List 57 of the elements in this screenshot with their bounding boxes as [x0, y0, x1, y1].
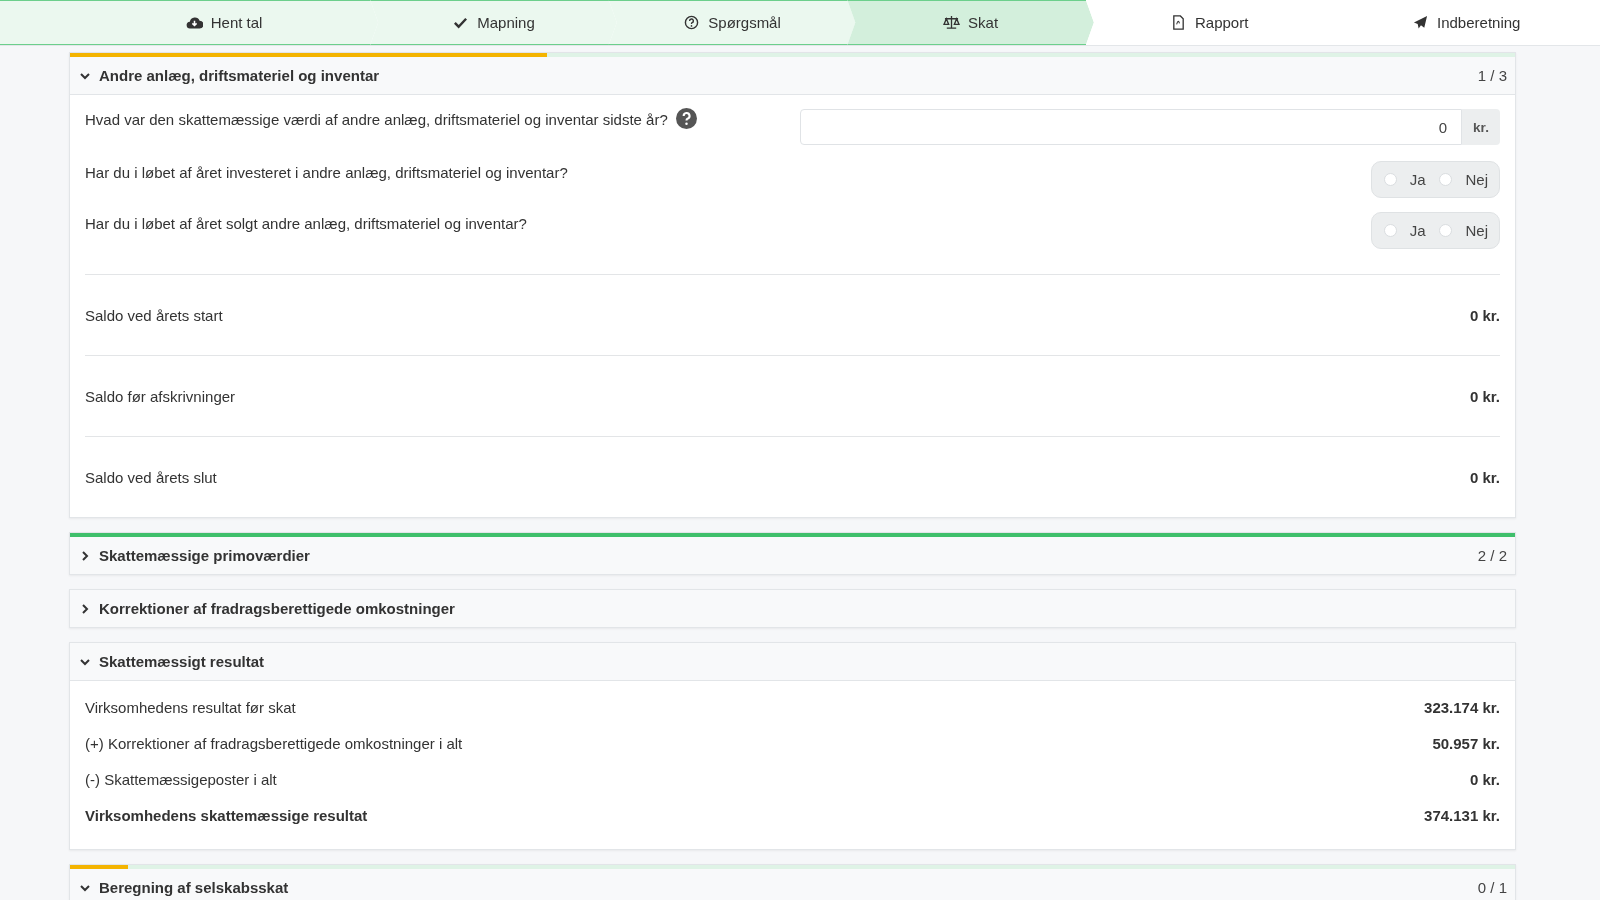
radio-button[interactable]: [1439, 224, 1453, 237]
question-text: Har du i løbet af året solgt andre anlæg, driftsmateriel og inventar?: [85, 214, 527, 232]
chevron-right-icon: [79, 602, 91, 615]
section-header[interactable]: Skattemæssigt resultat: [70, 643, 1515, 681]
help-icon[interactable]: [675, 108, 697, 129]
balance-label: Saldo ved årets start: [85, 306, 223, 324]
radio-label: Nej: [1465, 222, 1488, 239]
step-tab[interactable]: Spørgsmål: [608, 0, 856, 45]
radio-label: Ja: [1409, 222, 1426, 239]
section-title: Korrektioner af fradragsberettigede omkostninger: [99, 600, 456, 617]
radio-button[interactable]: [1383, 224, 1397, 237]
section-title: Skattemæssigt resultat: [99, 653, 266, 670]
radio-label: Ja: [1409, 171, 1426, 188]
result-label: Virksomhedens resultat før skat: [85, 698, 296, 716]
result-label: (-) Skattemæssigeposter i alt: [85, 770, 277, 788]
balance-value: 0 kr.: [1469, 306, 1500, 324]
radio-option[interactable]: Nej: [1439, 171, 1488, 188]
radio-option[interactable]: Ja: [1383, 222, 1426, 239]
balance-value: 0 kr.: [1469, 468, 1500, 486]
step-tab[interactable]: Hent tal: [0, 0, 379, 45]
progress-count: 1 / 3: [1477, 67, 1507, 84]
result-label: (+) Korrektioner af fradragsberettigede omkostninger i alt: [85, 734, 463, 752]
question-circle-icon: [683, 15, 701, 30]
result-value: 50.957 kr.: [1432, 734, 1500, 752]
section-header[interactable]: Andre anlæg, driftsmateriel og inventar 1 / 3: [70, 57, 1515, 95]
section-title: Andre anlæg, driftsmateriel og inventar: [99, 67, 381, 84]
progress-count: 2 / 2: [1477, 547, 1507, 564]
radio-button[interactable]: [1383, 173, 1397, 186]
radio-label: Nej: [1465, 171, 1488, 188]
unit-label: kr.: [1462, 109, 1500, 145]
radio-button[interactable]: [1439, 173, 1453, 186]
step-tab[interactable]: Mapning: [370, 0, 617, 45]
balance-label: Saldo før afskrivninger: [85, 387, 236, 405]
step-tab[interactable]: Skat: [847, 0, 1094, 45]
cloud-download-icon: [185, 15, 203, 30]
result-label: Virksomhedens skattemæssige resultat: [85, 806, 368, 824]
chevron-right-icon: [79, 549, 91, 562]
question-text: Har du i løbet af året investeret i andre anlæg, driftsmateriel og inventar?: [85, 163, 568, 181]
paper-plane-icon: [1412, 15, 1429, 30]
progress-count: 0 / 1: [1477, 879, 1507, 896]
result-value: 323.174 kr.: [1424, 698, 1500, 716]
balance-label: Saldo ved årets slut: [85, 468, 217, 486]
balance-value: 0 kr.: [1469, 387, 1500, 405]
document-icon: [1170, 15, 1187, 30]
result-value: 0 kr.: [1469, 770, 1500, 788]
question-text: Hvad var den skattemæssige værdi af andre anlæg, driftsmateriel og inventar sidste år?: [85, 110, 668, 128]
section-header[interactable]: Beregning af selskabsskat 0 / 1: [70, 869, 1515, 900]
amount-field[interactable]: 0: [800, 109, 1462, 145]
radio-option[interactable]: Nej: [1439, 222, 1488, 239]
section-header[interactable]: Skattemæssige primoværdier 2 / 2: [70, 537, 1515, 574]
section-title: Skattemæssige primoværdier: [99, 547, 311, 564]
result-value: 374.131 kr.: [1424, 806, 1500, 824]
section-header[interactable]: Korrektioner af fradragsberettigede omkostninger: [70, 590, 1515, 627]
scale-icon: [943, 15, 961, 30]
radio-option[interactable]: Ja: [1383, 171, 1426, 188]
section-title: Beregning af selskabsskat: [99, 879, 290, 896]
check-icon: [452, 15, 470, 30]
